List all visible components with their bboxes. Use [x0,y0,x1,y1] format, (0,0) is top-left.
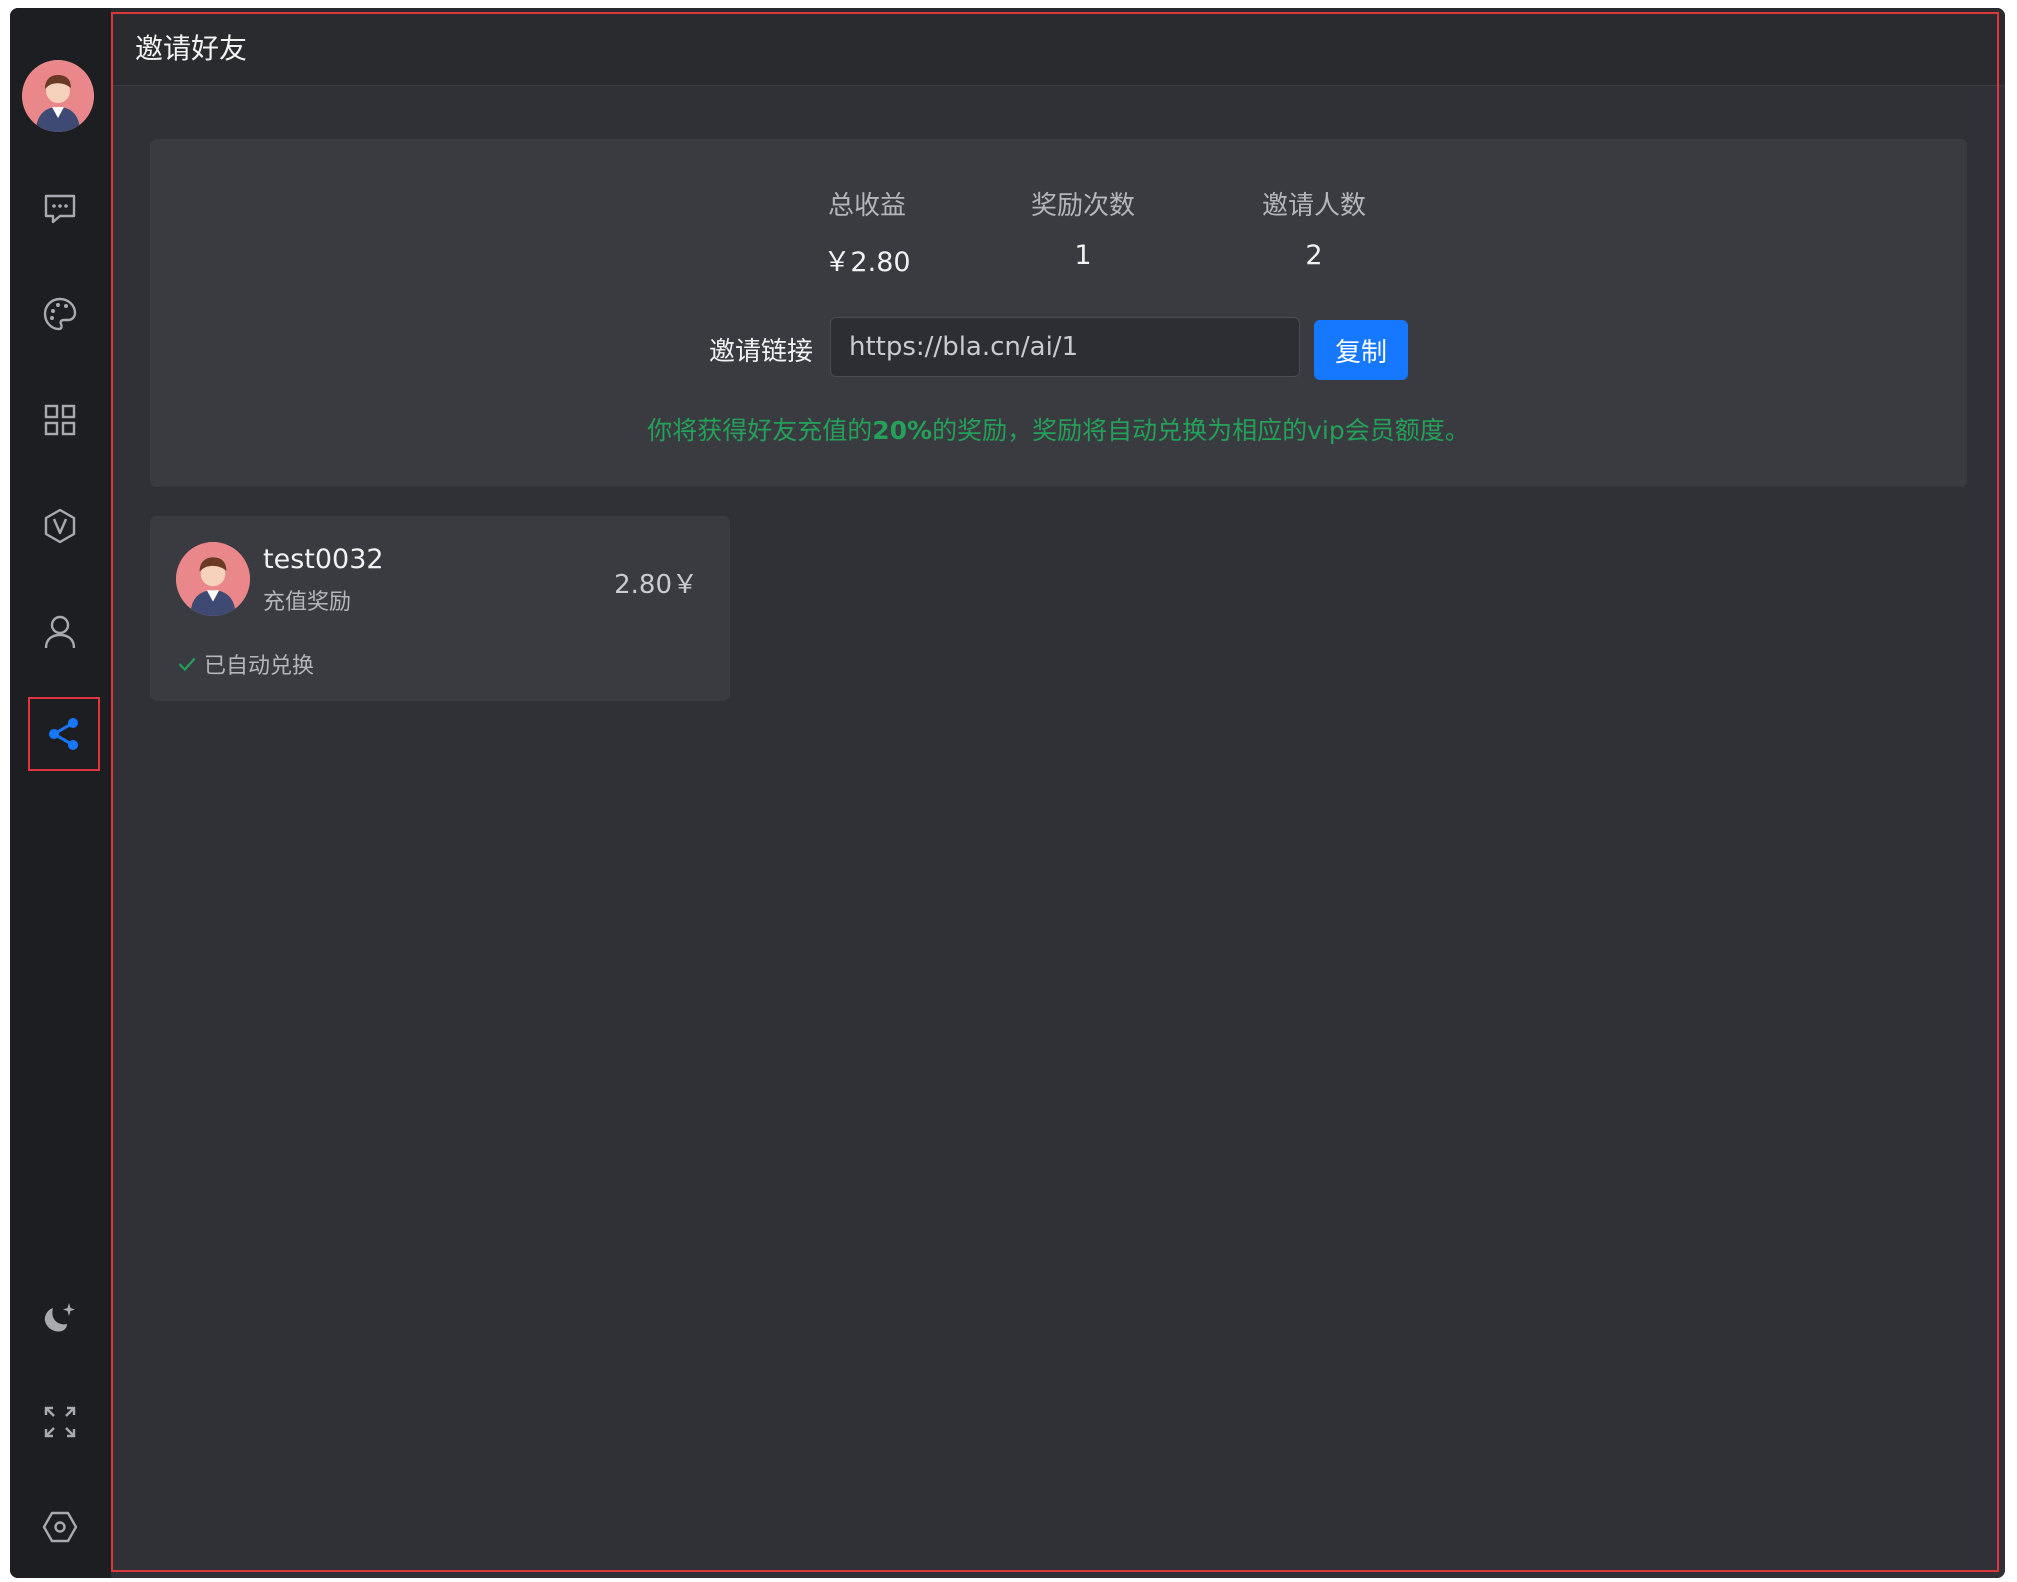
reward-status-label: 已自动兑换 [204,654,315,679]
reward-status: 已自动兑换 [176,648,314,680]
reward-username: test0032 [263,544,384,575]
invite-link-label: 邀请链接 [709,337,814,367]
stat-invite-count: 邀请人数 2 [1224,185,1404,271]
stat-total-income: 总收益 ￥2.80 [777,185,957,279]
stat-label: 总收益 [827,191,906,221]
settings-button[interactable] [28,1495,92,1559]
theme-toggle[interactable] [28,1285,92,1349]
stat-value: ￥2.80 [823,247,911,278]
share-icon [49,718,78,750]
invite-link-field[interactable] [830,317,1300,377]
copy-button[interactable]: 复制 [1314,320,1408,380]
fullscreen-button[interactable] [28,1390,92,1454]
check-icon [178,657,196,672]
sidebar-item-invite[interactable] [28,697,100,771]
chat-icon [44,194,76,224]
user-icon [44,615,76,649]
grid-icon [44,404,76,436]
invite-summary-card: 总收益 ￥2.80 奖励次数 1 邀请人数 2 邀请链接 复制 你将获得好友充值… [150,139,1967,487]
stat-value: 1 [1074,240,1092,271]
moon-icon [44,1303,75,1332]
sidebar [10,8,111,1578]
stat-reward-count: 奖励次数 1 [993,185,1173,271]
reward-note-percent: 20% [872,416,933,445]
sidebar-item-apps[interactable] [28,388,92,452]
settings-icon [42,1511,78,1543]
fullscreen-icon [44,1406,76,1438]
avatar[interactable] [22,60,94,132]
stat-value: 2 [1305,240,1323,271]
main-content: 邀请好友 总收益 ￥2.80 奖励次数 1 邀请人数 2 邀请链接 复制 你将获… [111,8,2005,1578]
avatar-illustration-icon [176,542,250,616]
reward-note: 你将获得好友充值的20%的奖励，奖励将自动兑换为相应的vip会员额度。 [150,411,1967,447]
palette-icon [43,297,77,331]
reward-note-prefix: 你将获得好友充值的 [647,416,873,445]
reward-type: 充值奖励 [263,590,352,615]
reward-amount: 2.80￥ [614,570,698,600]
sidebar-item-chat[interactable] [28,176,92,240]
sidebar-item-palette[interactable] [28,282,92,346]
avatar [176,542,250,616]
page-header: 邀请好友 [111,8,2005,86]
reward-record-card: test0032 充值奖励 2.80￥ 已自动兑换 [150,516,730,701]
reward-note-suffix: 的奖励，奖励将自动兑换为相应的vip会员额度。 [932,416,1470,445]
avatar-illustration-icon [22,60,94,132]
vip-icon [44,508,76,544]
stat-label: 奖励次数 [1030,191,1135,221]
sidebar-item-vip[interactable] [28,494,92,558]
stat-label: 邀请人数 [1261,191,1366,221]
app-window: 邀请好友 总收益 ￥2.80 奖励次数 1 邀请人数 2 邀请链接 复制 你将获… [10,8,2005,1578]
sidebar-item-profile[interactable] [28,600,92,664]
page-title: 邀请好友 [135,31,248,65]
